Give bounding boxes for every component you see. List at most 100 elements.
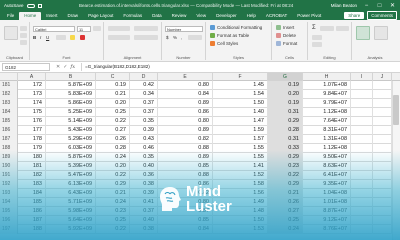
name-box[interactable]: G182: [2, 63, 50, 71]
cell-i[interactable]: [351, 225, 373, 234]
cell-b[interactable]: 5.83E+09: [46, 90, 96, 99]
column-header-d[interactable]: D: [130, 73, 158, 81]
cell-d[interactable]: 0.34: [130, 90, 158, 99]
cell-j[interactable]: [373, 117, 392, 126]
vertical-align-icon[interactable]: [108, 26, 130, 31]
cell-g[interactable]: 0.21: [268, 189, 303, 198]
cell-j[interactable]: [373, 180, 392, 189]
cell-f[interactable]: 1.55: [213, 144, 268, 153]
cell-f[interactable]: 1.53: [213, 225, 268, 234]
cell-b[interactable]: 6.03E+09: [46, 144, 96, 153]
currency-icon[interactable]: $: [166, 35, 169, 40]
cell-f[interactable]: 1.59: [213, 126, 268, 135]
cell-g[interactable]: 0.29: [268, 180, 303, 189]
cell-b[interactable]: 5.47E+09: [46, 171, 96, 180]
tab-acrobat[interactable]: ACROBAT: [261, 12, 292, 20]
cell-j[interactable]: [373, 207, 392, 216]
cell-c[interactable]: 0.19: [96, 81, 130, 90]
cell-j[interactable]: [373, 144, 392, 153]
cell-g[interactable]: 0.19: [268, 99, 303, 108]
cell-a[interactable]: 186: [18, 207, 46, 216]
row-header[interactable]: 195: [0, 207, 18, 216]
format-as-table-button[interactable]: Format as Table: [210, 33, 249, 38]
cell-h[interactable]: 1.12E+08: [303, 108, 351, 117]
cell-j[interactable]: [373, 189, 392, 198]
autosum-icon[interactable]: Σ: [312, 25, 316, 31]
cell-h[interactable]: 8.76E+07: [303, 225, 351, 234]
cell-c[interactable]: 0.24: [96, 153, 130, 162]
delete-button[interactable]: Delete: [276, 33, 296, 38]
row-header[interactable]: 183: [0, 99, 18, 108]
row-header[interactable]: 192: [0, 180, 18, 189]
cell-d[interactable]: 0.41: [130, 198, 158, 207]
cell-c[interactable]: 0.25: [96, 108, 130, 117]
cell-i[interactable]: [351, 216, 373, 225]
number-format-select[interactable]: Number: [165, 26, 203, 32]
copy-icon[interactable]: [20, 33, 27, 38]
cell-c[interactable]: 0.22: [96, 225, 130, 234]
column-header-j[interactable]: J: [373, 73, 392, 81]
cell-a[interactable]: 183: [18, 180, 46, 189]
cell-j[interactable]: [373, 99, 392, 108]
cell-h[interactable]: 1.01E+08: [303, 198, 351, 207]
cell-g[interactable]: 0.27: [268, 207, 303, 216]
cell-g[interactable]: 0.23: [268, 162, 303, 171]
cell-j[interactable]: [373, 225, 392, 234]
share-button[interactable]: Share: [344, 12, 365, 19]
cell-d[interactable]: 0.40: [130, 162, 158, 171]
cell-h[interactable]: 9.12E+07: [303, 216, 351, 225]
cell-i[interactable]: [351, 99, 373, 108]
cell-d[interactable]: 0.35: [130, 117, 158, 126]
cell-f[interactable]: 1.57: [213, 135, 268, 144]
conditional-formatting-button[interactable]: Conditional Formatting: [210, 25, 262, 30]
tab-formulas[interactable]: Formulas: [118, 12, 147, 20]
cell-h[interactable]: 9.50E+07: [303, 153, 351, 162]
cell-i[interactable]: [351, 81, 373, 90]
cell-i[interactable]: [351, 207, 373, 216]
tab-draw[interactable]: Draw: [63, 12, 84, 20]
cell-g[interactable]: 0.29: [268, 153, 303, 162]
select-all-corner[interactable]: [0, 73, 18, 81]
cell-g[interactable]: 0.33: [268, 144, 303, 153]
cell-i[interactable]: [351, 153, 373, 162]
cell-c[interactable]: 0.25: [96, 216, 130, 225]
tab-help[interactable]: Help: [242, 12, 261, 20]
row-header[interactable]: 188: [0, 144, 18, 153]
row-header[interactable]: 193: [0, 189, 18, 198]
cell-i[interactable]: [351, 108, 373, 117]
vertical-scrollbar[interactable]: [392, 81, 400, 240]
format-painter-icon[interactable]: [20, 40, 27, 45]
grow-font-icon[interactable]: [93, 26, 101, 31]
cell-j[interactable]: [373, 198, 392, 207]
tab-developer[interactable]: Developer: [211, 12, 242, 20]
row-header[interactable]: 181: [0, 81, 18, 90]
cell-e[interactable]: 0.88: [158, 144, 213, 153]
cell-a[interactable]: 181: [18, 162, 46, 171]
cell-h[interactable]: 1.31E+08: [303, 135, 351, 144]
cell-f[interactable]: 1.50: [213, 99, 268, 108]
cell-e[interactable]: 0.80: [158, 117, 213, 126]
cell-h[interactable]: 9.35E+07: [303, 180, 351, 189]
cell-g[interactable]: 0.31: [268, 135, 303, 144]
cell-styles-button[interactable]: Cell Styles: [210, 41, 238, 46]
percent-icon[interactable]: %: [173, 35, 177, 40]
fill-color-icon[interactable]: [70, 35, 75, 40]
tab-view[interactable]: View: [191, 12, 211, 20]
cell-h[interactable]: 8.87E+07: [303, 207, 351, 216]
cell-a[interactable]: 188: [18, 225, 46, 234]
cell-d[interactable]: 0.39: [130, 126, 158, 135]
cell-b[interactable]: 5.87E+09: [46, 153, 96, 162]
cell-b[interactable]: 5.71E+09: [46, 198, 96, 207]
bold-icon[interactable]: B: [33, 35, 36, 40]
cell-j[interactable]: [373, 171, 392, 180]
cell-a[interactable]: 184: [18, 189, 46, 198]
cell-d[interactable]: 0.36: [130, 171, 158, 180]
decimal-icon[interactable]: [188, 35, 202, 40]
sensitivity-icon[interactable]: [374, 26, 388, 40]
cell-c[interactable]: 0.21: [96, 189, 130, 198]
tab-insert[interactable]: Insert: [41, 12, 62, 20]
column-header-h[interactable]: H: [303, 73, 351, 81]
cell-i[interactable]: [351, 189, 373, 198]
column-header-i[interactable]: I: [351, 73, 373, 81]
enter-icon[interactable]: ✓: [63, 64, 67, 70]
